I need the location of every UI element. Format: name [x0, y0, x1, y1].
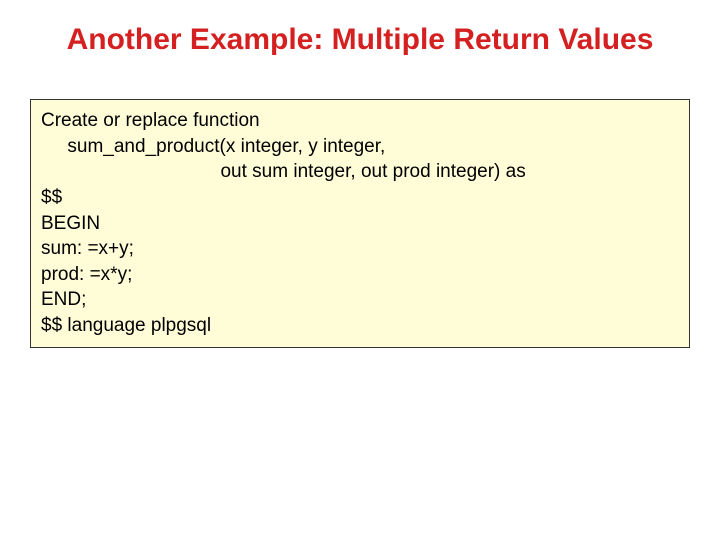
code-line: out sum integer, out prod integer) as — [41, 159, 679, 185]
slide-title: Another Example: Multiple Return Values — [0, 10, 720, 89]
code-line: $$ — [41, 185, 679, 211]
code-line: sum_and_product(x integer, y integer, — [41, 134, 679, 160]
code-line: prod: =x*y; — [41, 262, 679, 288]
code-block: Create or replace function sum_and_produ… — [30, 99, 690, 348]
code-line: END; — [41, 287, 679, 313]
code-line: BEGIN — [41, 211, 679, 237]
code-line: $$ language plpgsql — [41, 313, 679, 339]
code-line: Create or replace function — [41, 108, 679, 134]
code-line: sum: =x+y; — [41, 236, 679, 262]
